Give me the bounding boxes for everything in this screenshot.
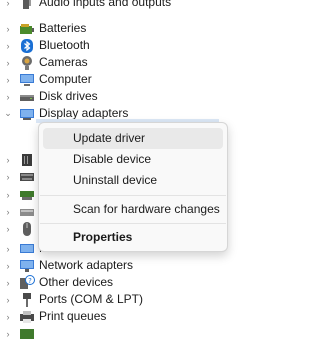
menu-item-label: Properties [73,230,133,244]
chevron-right-icon[interactable]: › [4,151,12,168]
chevron-right-icon[interactable]: › [4,186,12,203]
tree-item-label: Print queues [39,309,107,323]
tree-item-label: Bluetooth [39,38,90,52]
chevron-down-icon[interactable]: ⌄ [4,105,12,122]
tree-item-label: Computer [39,72,92,86]
menu-item-label: Update driver [73,131,146,145]
display-adapter-icon [19,106,35,122]
tree-item-label: Ports (COM & LPT) [39,292,144,306]
chevron-right-icon[interactable]: › [4,240,12,257]
tree-item-label: Other devices [39,275,114,289]
port-icon [19,292,35,308]
mouse-icon [19,221,35,237]
chevron-right-icon[interactable]: › [4,308,12,325]
tree-item-label: Disk drives [39,89,98,103]
hid-icon [19,169,35,185]
svg-text:?: ? [28,277,32,285]
tree-item-label: Batteries [39,21,87,35]
tree-item-label: Cameras [39,55,88,69]
chevron-right-icon[interactable]: › [4,168,12,185]
chevron-right-icon[interactable]: › [4,54,12,71]
chevron-right-icon[interactable]: › [4,88,12,105]
tree-item-label: Network adapters [39,258,134,272]
menu-separator [40,223,226,224]
chevron-right-icon[interactable]: › [4,257,12,274]
chevron-right-icon[interactable]: › [4,0,12,11]
speaker-icon [19,0,35,11]
menu-item-label: Scan for hardware changes [73,202,220,216]
firmware-icon [19,152,35,168]
menu-item-label: Disable device [73,152,152,166]
network-icon [19,258,35,274]
keyboard-icon [19,204,35,220]
computer-icon [19,72,35,88]
chevron-right-icon[interactable]: › [4,220,12,237]
chevron-right-icon[interactable]: › [4,291,12,308]
controller-icon [19,187,35,203]
camera-icon [19,55,35,71]
disk-drive-icon [19,89,35,105]
menu-item-uninstall-device[interactable]: Uninstall device [43,170,223,191]
processor-icon [19,326,35,342]
chevron-right-icon[interactable]: › [4,37,12,54]
other-devices-icon: ? [19,274,35,291]
monitor-icon [19,241,35,257]
menu-item-update-driver[interactable]: Update driver [43,128,223,149]
menu-item-disable-device[interactable]: Disable device [43,149,223,170]
tree-item-label: Audio inputs and outputs [39,0,172,9]
printer-icon [19,309,35,325]
battery-icon [19,21,35,37]
menu-separator [40,195,226,196]
chevron-right-icon[interactable]: › [4,20,12,37]
chevron-right-icon[interactable]: › [4,274,12,291]
menu-item-label: Uninstall device [73,173,158,187]
chevron-right-icon[interactable]: › [4,203,12,220]
bluetooth-icon [19,38,35,54]
context-menu: Update driver Disable device Uninstall d… [38,122,228,252]
menu-item-scan-hardware[interactable]: Scan for hardware changes [43,199,223,220]
menu-item-properties[interactable]: Properties [43,227,223,248]
chevron-right-icon[interactable]: › [4,71,12,88]
chevron-right-icon[interactable]: › [4,325,12,342]
